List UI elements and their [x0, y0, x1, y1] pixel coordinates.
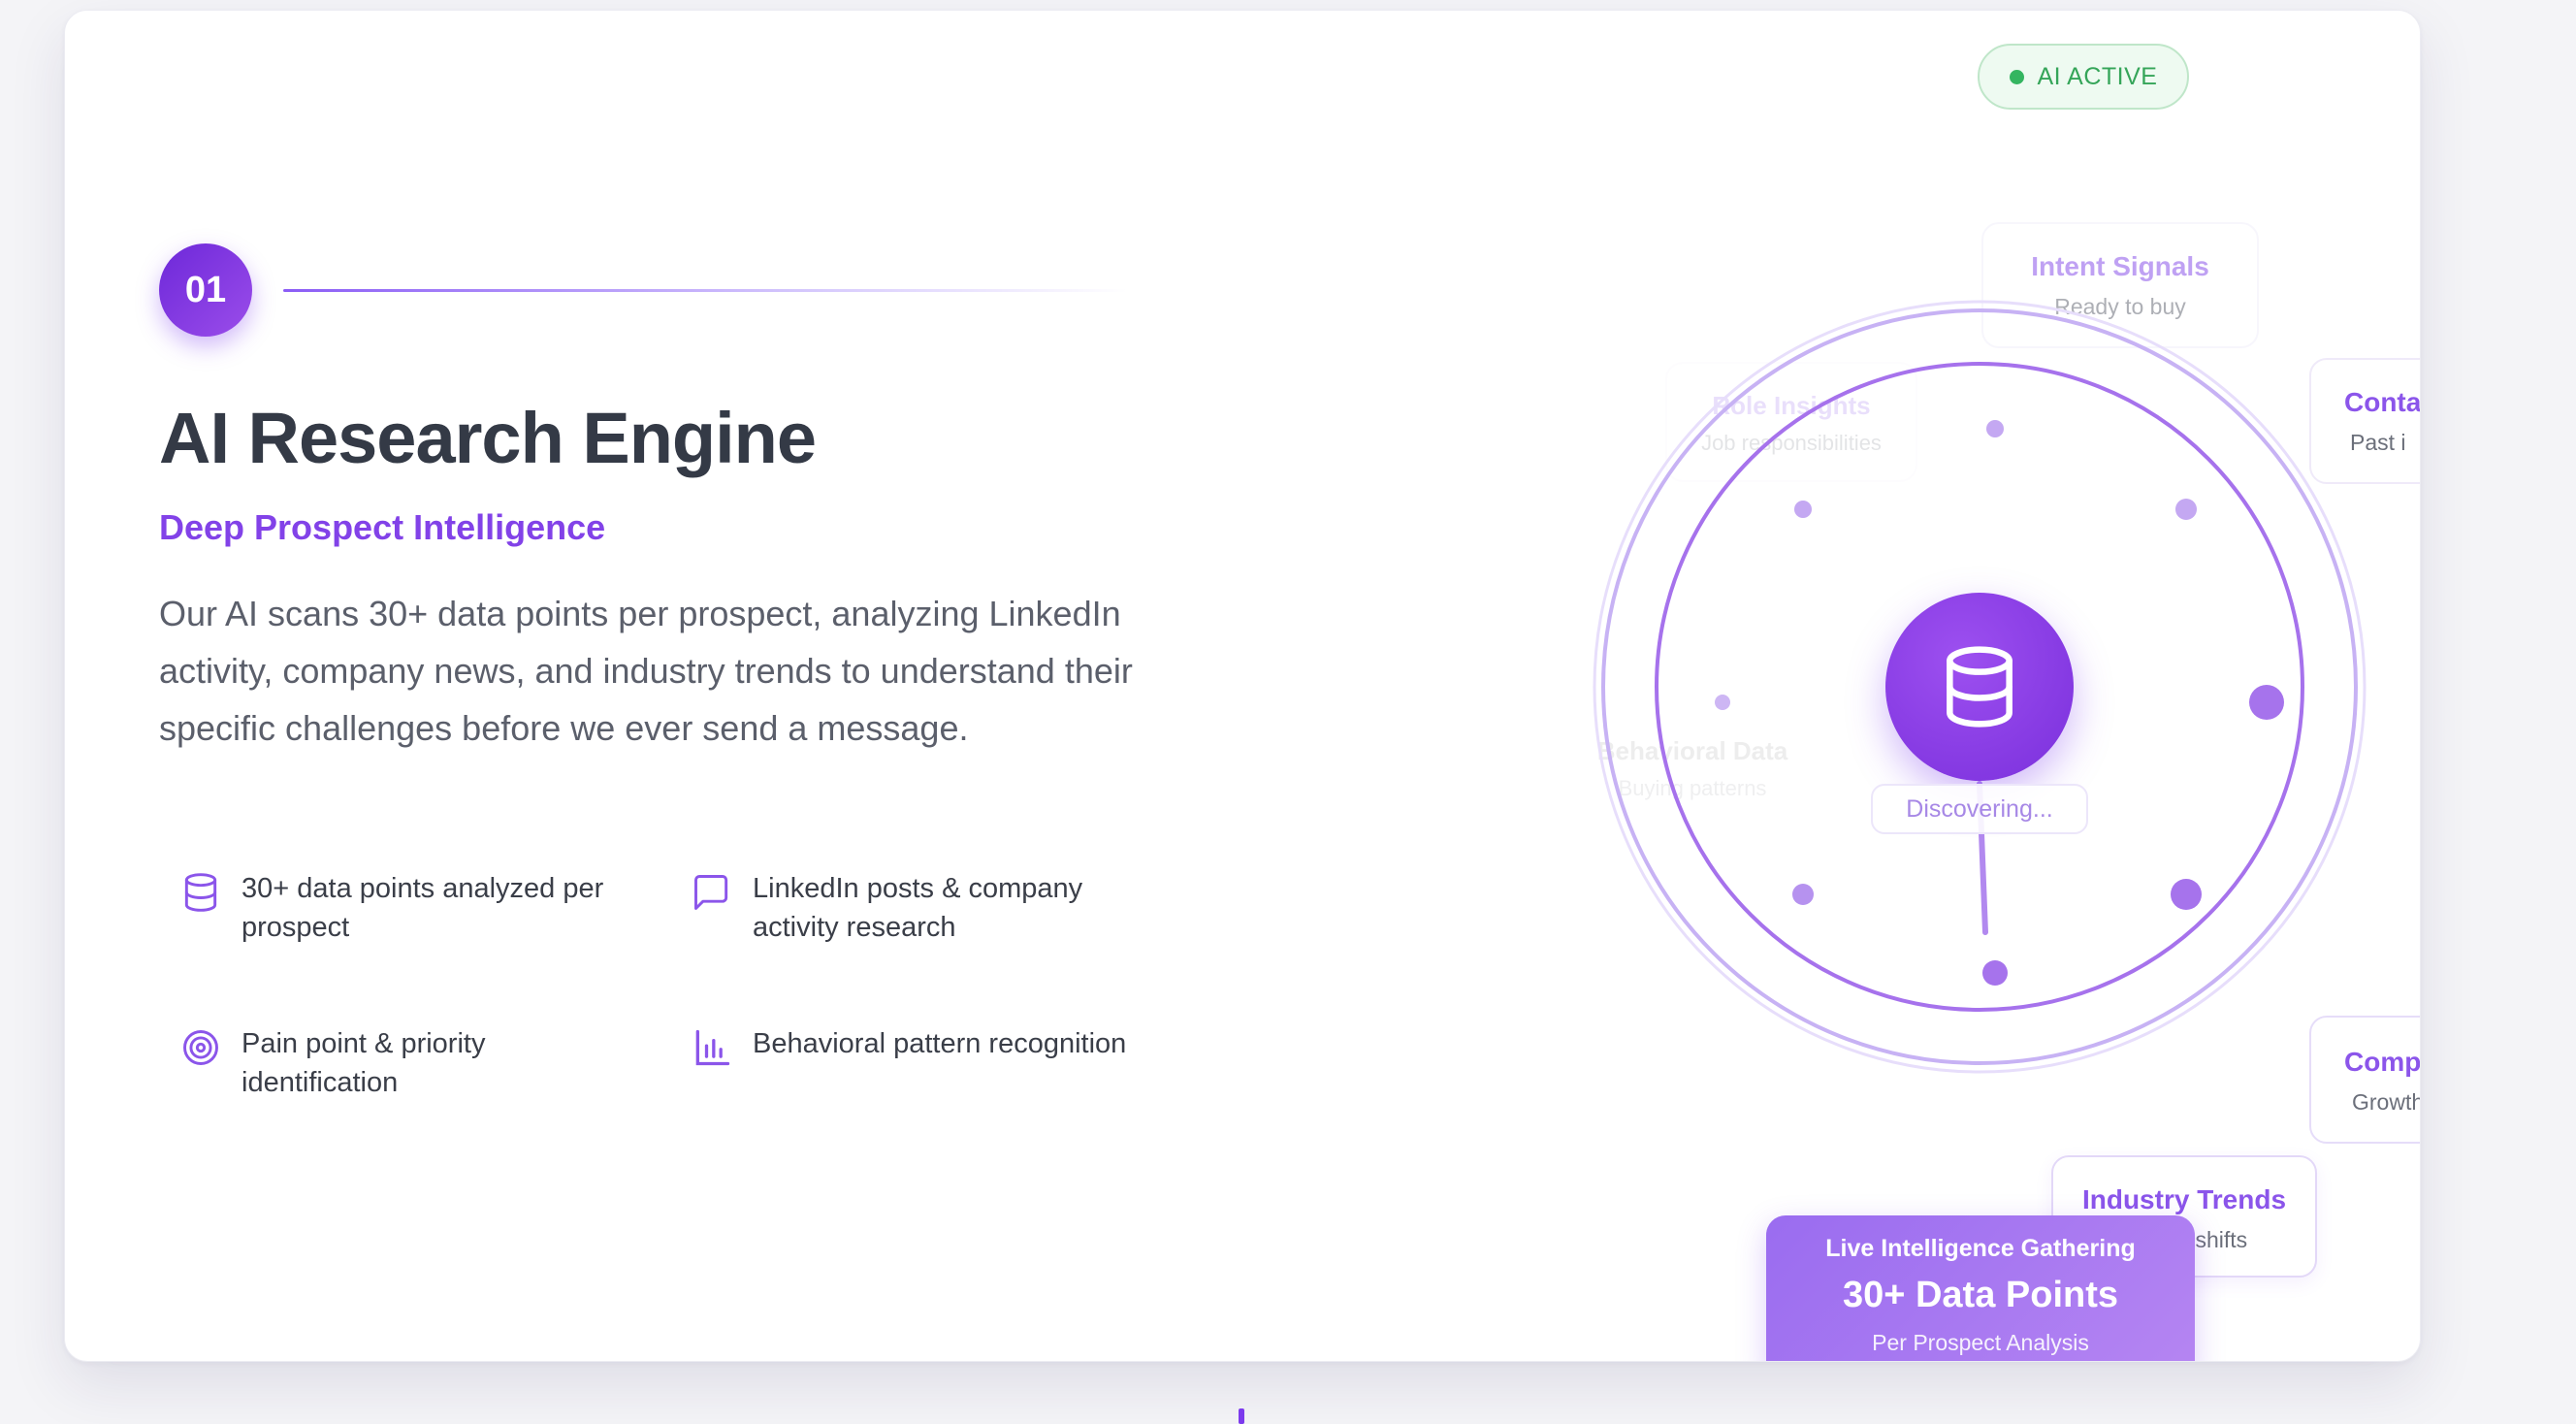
- orbit-node-active: [2249, 685, 2284, 720]
- orbit-node: [1986, 420, 2004, 437]
- orbit-node: [1792, 884, 1814, 905]
- orbit-card-contact: Conta Past i: [2309, 358, 2421, 484]
- orbit-card-subtitle: Growth: [2352, 1089, 2421, 1115]
- orbit-node: [2175, 499, 2197, 520]
- orbit-card-subtitle: Past i: [2350, 430, 2406, 455]
- live-intelligence-card: Live Intelligence Gathering 30+ Data Poi…: [1766, 1215, 2195, 1361]
- live-caption: Per Prospect Analysis: [1872, 1330, 2089, 1355]
- scroll-indicator: [1239, 1408, 1244, 1424]
- orbit-card-title: Conta: [2344, 387, 2421, 417]
- orbit-card-title: Industry Trends: [2081, 1184, 2287, 1214]
- central-hub: [1885, 593, 2074, 781]
- orbit-node: [1715, 695, 1730, 710]
- orbit-node-active: [2171, 879, 2202, 910]
- live-heading: Live Intelligence Gathering: [1825, 1235, 2136, 1262]
- feature-card: 01 AI Research Engine Deep Prospect Inte…: [64, 10, 2421, 1362]
- orbit-node: [1794, 501, 1812, 518]
- discovering-status: Discovering...: [1871, 784, 2088, 834]
- orbit-card-title: Comp: [2344, 1047, 2421, 1077]
- orbit-card-company: Comp Growth: [2309, 1016, 2421, 1144]
- orbit-node: [1982, 960, 2008, 986]
- live-value: 30+ Data Points: [1842, 1275, 2119, 1315]
- database-icon: [1947, 646, 2012, 728]
